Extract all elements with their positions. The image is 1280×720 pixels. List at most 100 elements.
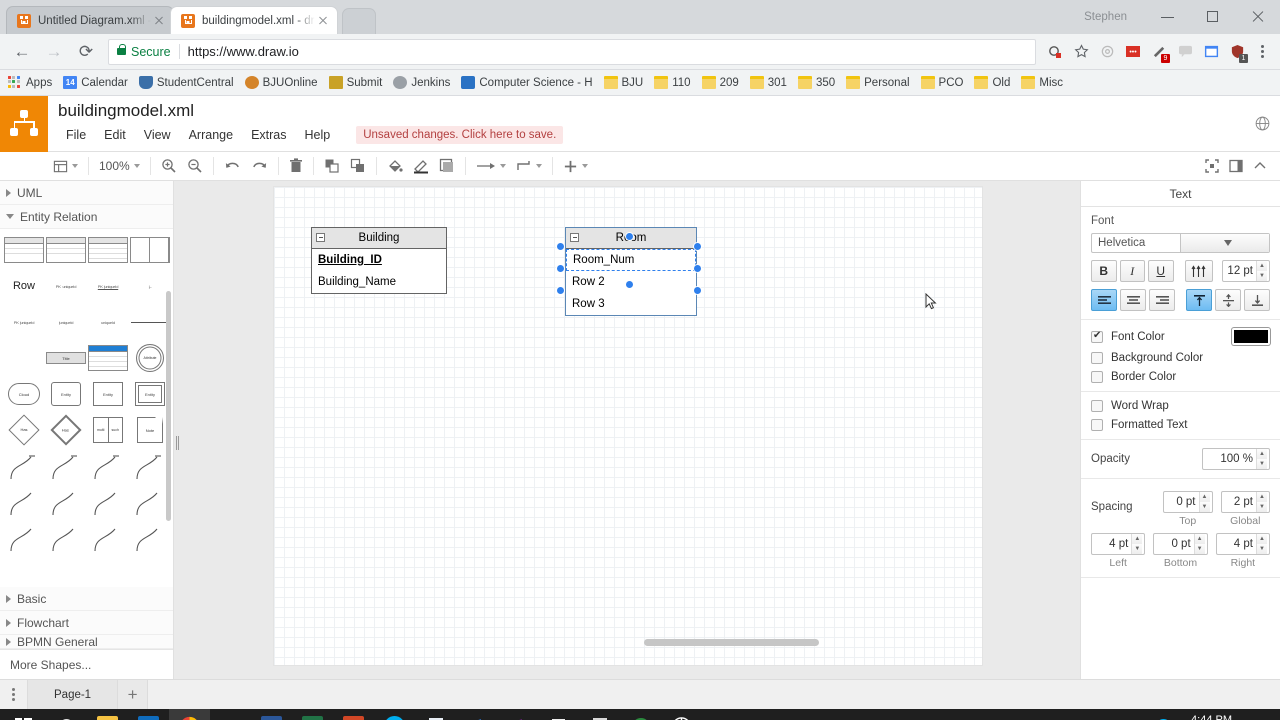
line-spacing-icon[interactable] [1184, 260, 1214, 282]
italic-button[interactable]: I [1119, 260, 1145, 282]
sidebar-section-uml[interactable]: UML [0, 181, 173, 205]
bookmark-folder-old[interactable]: Old [974, 76, 1010, 89]
shape-table-1[interactable] [4, 235, 44, 265]
display-icon[interactable] [1103, 709, 1127, 720]
drawio-logo-icon[interactable] [0, 96, 48, 152]
spacing-top-stepper[interactable]: 0 pt ▲ ▼ [1163, 491, 1213, 513]
background-color-row[interactable]: Background Color [1091, 352, 1270, 364]
collapse-icon[interactable] [570, 233, 579, 242]
resize-handle-right-top[interactable] [693, 242, 702, 251]
chat-bubble-icon[interactable] [1173, 40, 1197, 64]
shape-note[interactable]: Note [130, 415, 170, 445]
spacing-global-stepper[interactable]: 2 pt ▲ ▼ [1220, 491, 1270, 513]
background-color-checkbox[interactable] [1091, 352, 1103, 364]
shape-pk-underline[interactable]: PK |uniqueId [88, 271, 128, 301]
shape-connector-5[interactable] [4, 487, 44, 517]
opacity-stepper[interactable]: 100 % ▲ ▼ [1202, 448, 1270, 470]
skype-tray-icon[interactable]: S [1151, 709, 1175, 720]
resize-handle-right-middle[interactable] [693, 264, 702, 273]
shape-attribute-circle[interactable]: Attribute [130, 343, 170, 373]
word-wrap-row[interactable]: Word Wrap [1091, 400, 1270, 412]
globe-app-button[interactable] [620, 709, 661, 720]
resize-handle-left-top[interactable] [556, 242, 565, 251]
new-tab-button[interactable] [342, 8, 376, 34]
shape-pk-field[interactable]: PK |uniqueId [4, 307, 44, 337]
zoom-dropdown[interactable]: 100% [94, 154, 145, 178]
bookmark-submit[interactable]: Submit [328, 76, 382, 89]
border-color-row[interactable]: Border Color [1091, 371, 1270, 383]
settings-app-button[interactable] [661, 709, 702, 720]
shape-connector-7[interactable] [88, 487, 128, 517]
add-page-button[interactable]: + [118, 679, 149, 710]
bookmark-computer-science[interactable]: Computer Science - H [461, 76, 593, 89]
taskbar-clock[interactable]: 4:44 PM 9/21/2017 [1175, 714, 1248, 720]
menu-arrange[interactable]: Arrange [181, 126, 241, 144]
horizontal-scrollbar[interactable] [644, 639, 819, 646]
more-shapes-button[interactable]: More Shapes... [0, 649, 173, 679]
undo-button[interactable] [219, 154, 246, 178]
chevron-down-icon[interactable] [1180, 234, 1269, 252]
zoom-in-button[interactable] [156, 154, 182, 178]
align-bottom-button[interactable] [1244, 289, 1270, 311]
start-button[interactable] [0, 709, 46, 720]
entity-row[interactable]: Building_Name [312, 271, 446, 293]
insert-dropdown[interactable] [558, 154, 593, 178]
save-to-pocket-icon[interactable] [1043, 40, 1067, 64]
bookmark-folder-350[interactable]: 350 [797, 76, 835, 89]
delete-button[interactable] [284, 154, 308, 178]
collapse-toolbar-button[interactable] [1248, 154, 1272, 178]
waypoints-dropdown[interactable] [511, 154, 547, 178]
bookmark-studentcentral[interactable]: StudentCentral [138, 76, 234, 89]
spacing-left-stepper[interactable]: 4 pt ▲ ▼ [1091, 533, 1146, 555]
fill-color-button[interactable] [382, 154, 408, 178]
shape-entity-double[interactable]: Entity [130, 379, 170, 409]
bold-button[interactable]: B [1091, 260, 1117, 282]
forward-button[interactable]: → [40, 38, 68, 66]
resize-handle-right-bottom[interactable] [693, 286, 702, 295]
stepper-arrows[interactable]: ▲ ▼ [1131, 534, 1143, 554]
zoom-out-button[interactable] [182, 154, 208, 178]
stepper-arrows[interactable]: ▲ ▼ [1193, 534, 1205, 554]
bookmark-folder-misc[interactable]: Misc [1021, 76, 1063, 89]
page-tab-1[interactable]: Page-1 [28, 679, 119, 710]
sidebar-section-basic[interactable]: Basic [0, 587, 173, 611]
minimize-button[interactable] [1145, 2, 1190, 32]
calendar-extension-icon[interactable] [1199, 40, 1223, 64]
visual-studio-button[interactable] [497, 709, 538, 720]
formatted-text-row[interactable]: Formatted Text [1091, 419, 1270, 431]
stepper-arrows[interactable]: ▲ ▼ [1255, 534, 1267, 554]
font-color-swatch[interactable] [1232, 328, 1270, 345]
skype-button[interactable]: S [374, 709, 415, 720]
action-center-icon[interactable] [1248, 709, 1276, 720]
bookmark-bjuonline[interactable]: BJUOnline [244, 76, 318, 89]
to-back-button[interactable] [345, 154, 371, 178]
stepper-arrows[interactable]: ▲ ▼ [1256, 449, 1267, 469]
browser-tab-2[interactable]: buildingmodel.xml - drav [170, 6, 338, 34]
menu-edit[interactable]: Edit [96, 126, 134, 144]
font-size-stepper[interactable]: 12 pt ▲ ▼ [1222, 260, 1270, 282]
menu-file[interactable]: File [58, 126, 94, 144]
shape-connector-2[interactable] [46, 451, 86, 481]
border-color-checkbox[interactable] [1091, 371, 1103, 383]
vscode-button[interactable] [456, 709, 497, 720]
shape-row[interactable]: Row [4, 271, 44, 301]
sql-tool-button[interactable] [210, 709, 251, 720]
font-color-checkbox[interactable] [1091, 330, 1103, 343]
maximize-button[interactable] [1190, 2, 1235, 32]
shape-connector-10[interactable] [46, 523, 86, 553]
spacing-bottom-stepper[interactable]: 0 pt ▲ ▼ [1153, 533, 1208, 555]
resize-handle-top-center[interactable] [625, 232, 634, 241]
stepper-arrows[interactable]: ▲ ▼ [1256, 492, 1267, 512]
redo-button[interactable] [246, 154, 273, 178]
diagram-page[interactable]: Building Building_ID Building_Name Room … [274, 187, 982, 665]
formatted-text-checkbox[interactable] [1091, 419, 1103, 431]
shadow-button[interactable] [434, 154, 460, 178]
shape-horizontal-line[interactable] [130, 307, 170, 337]
close-icon[interactable] [315, 13, 331, 29]
bookmark-apps[interactable]: Apps [8, 76, 52, 89]
close-icon[interactable] [151, 13, 167, 29]
underline-button[interactable]: U [1148, 260, 1174, 282]
format-panel-toggle-button[interactable] [1224, 154, 1248, 178]
shape-divider-row[interactable]: |– [130, 271, 170, 301]
cortana-search-button[interactable] [46, 709, 87, 720]
